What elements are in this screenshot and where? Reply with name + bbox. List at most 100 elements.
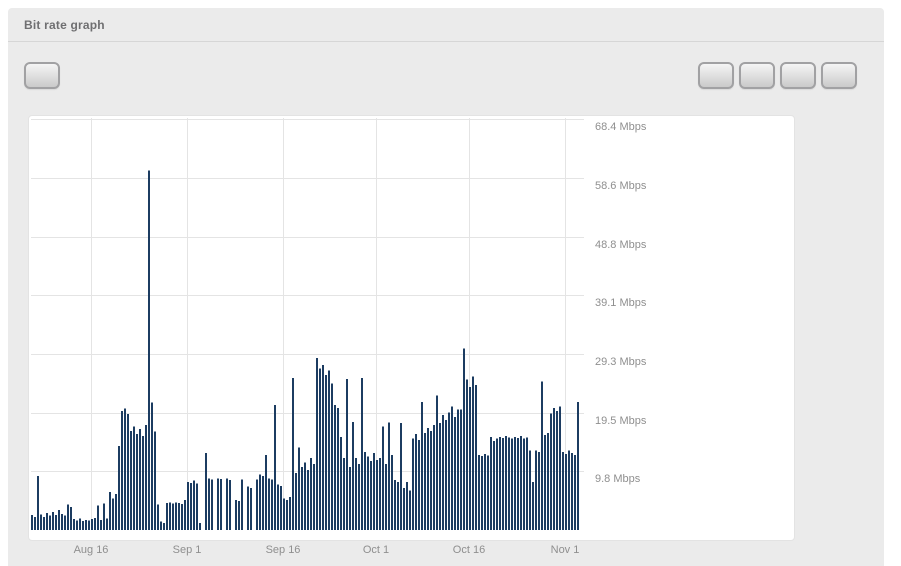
- bitrate-bar: [400, 423, 402, 530]
- bitrate-bar: [133, 427, 135, 530]
- bitrate-bar: [406, 482, 408, 530]
- toolbar-button-right-1[interactable]: [698, 62, 734, 89]
- bitrate-bar: [139, 429, 141, 530]
- bitrate-bar: [97, 505, 99, 530]
- bitrate-bar: [562, 452, 564, 530]
- toolbar-button-right-3[interactable]: [780, 62, 816, 89]
- bitrate-bar: [187, 482, 189, 530]
- bitrate-bar: [268, 478, 270, 530]
- bitrate-bar: [196, 484, 198, 530]
- toolbar-button-right-2[interactable]: [739, 62, 775, 89]
- bitrate-bar: [535, 451, 537, 530]
- bitrate-bar: [109, 492, 111, 530]
- bitrate-bar: [295, 473, 297, 530]
- bitrate-bar: [310, 458, 312, 530]
- bitrate-bar: [259, 475, 261, 530]
- bitrate-bar: [205, 453, 207, 530]
- bitrate-bar: [124, 409, 126, 530]
- bitrate-bar: [265, 455, 267, 530]
- bitrate-bar: [445, 420, 447, 530]
- bitrate-bar: [193, 481, 195, 530]
- y-axis-tick-label: 29.3 Mbps: [595, 356, 646, 368]
- bitrate-bar: [577, 402, 579, 530]
- bitrate-bar: [40, 514, 42, 530]
- bitrate-bar: [475, 385, 477, 530]
- bitrate-bar: [469, 387, 471, 530]
- bitrate-bar: [304, 463, 306, 530]
- bitrate-bar: [115, 494, 117, 530]
- bitrate-bar: [430, 431, 432, 530]
- bitrate-bar: [154, 431, 156, 530]
- bitrate-bar: [544, 435, 546, 530]
- chart-card: 68.4 Mbps58.6 Mbps48.8 Mbps39.1 Mbps29.3…: [28, 115, 795, 541]
- bitrate-bar: [88, 520, 90, 530]
- bitrate-bar: [241, 479, 243, 530]
- bitrate-bar: [538, 452, 540, 530]
- bitrate-bar: [442, 415, 444, 530]
- bitrate-bar: [175, 502, 177, 530]
- bitrate-panel: Bit rate graph 68.4 Mbps58.6 Mbps48.8 Mb…: [8, 8, 884, 566]
- y-axis-tick-label: 58.6 Mbps: [595, 180, 646, 192]
- x-axis-tick-label: Sep 1: [173, 544, 202, 556]
- bitrate-bar: [208, 478, 210, 530]
- bitrate-bar: [313, 464, 315, 530]
- bitrate-bar: [169, 502, 171, 530]
- bitrate-bar: [100, 520, 102, 530]
- bitrate-bar: [73, 519, 75, 530]
- bitrate-bar: [481, 456, 483, 530]
- bitrate-bar: [337, 408, 339, 530]
- bitrate-bar: [517, 438, 519, 530]
- bitrate-bar: [532, 482, 534, 530]
- bitrate-bar: [388, 422, 390, 530]
- bitrate-bar: [328, 371, 330, 530]
- bitrate-bar: [250, 488, 252, 530]
- bitrate-bar: [427, 428, 429, 530]
- bitrate-bar: [85, 520, 87, 530]
- toolbar-button-right-4[interactable]: [821, 62, 857, 89]
- bitrate-bar: [292, 378, 294, 530]
- bitrate-bar: [46, 513, 48, 530]
- bitrate-bar: [331, 383, 333, 530]
- bitrate-bar: [34, 517, 36, 530]
- bitrate-bar: [409, 490, 411, 530]
- y-axis-tick-label: 48.8 Mbps: [595, 239, 646, 251]
- bitrate-bar: [565, 454, 567, 530]
- bitrate-bar: [136, 434, 138, 530]
- bitrate-bar: [151, 403, 153, 530]
- bitrate-bar: [472, 377, 474, 530]
- bitrate-bar: [448, 413, 450, 530]
- bitrate-bar: [505, 436, 507, 530]
- bitrate-bar: [559, 407, 561, 530]
- bitrate-bar: [454, 417, 456, 530]
- bitrate-bar: [160, 522, 162, 530]
- bitrate-bar: [391, 455, 393, 530]
- bitrate-bar: [316, 358, 318, 530]
- bitrate-bar: [370, 461, 372, 530]
- bitrate-bar: [220, 479, 222, 530]
- bitrate-bar: [490, 437, 492, 530]
- bitrate-bar: [238, 501, 240, 530]
- bitrate-bar: [118, 446, 120, 530]
- bitrate-bars: [29, 116, 589, 540]
- bitrate-bar: [415, 434, 417, 530]
- bitrate-bar: [424, 433, 426, 530]
- bitrate-bar: [568, 451, 570, 530]
- panel-header: Bit rate graph: [8, 8, 884, 42]
- bitrate-bar: [514, 437, 516, 530]
- bitrate-bar: [460, 410, 462, 530]
- bitrate-bar: [526, 437, 528, 530]
- bitrate-bar: [547, 433, 549, 530]
- toolbar-button-left[interactable]: [24, 62, 60, 89]
- bitrate-bar: [82, 521, 84, 530]
- x-axis-tick-label: Oct 1: [363, 544, 389, 556]
- bitrate-bar: [280, 486, 282, 530]
- bitrate-bar: [436, 395, 438, 530]
- bitrate-bar: [478, 455, 480, 530]
- bitrate-bar: [52, 512, 54, 530]
- bitrate-bar: [217, 478, 219, 530]
- bitrate-bar: [520, 436, 522, 530]
- bitrate-bar: [325, 375, 327, 530]
- bitrate-bar: [502, 438, 504, 530]
- bitrate-bar: [166, 503, 168, 530]
- bitrate-bar: [49, 516, 51, 530]
